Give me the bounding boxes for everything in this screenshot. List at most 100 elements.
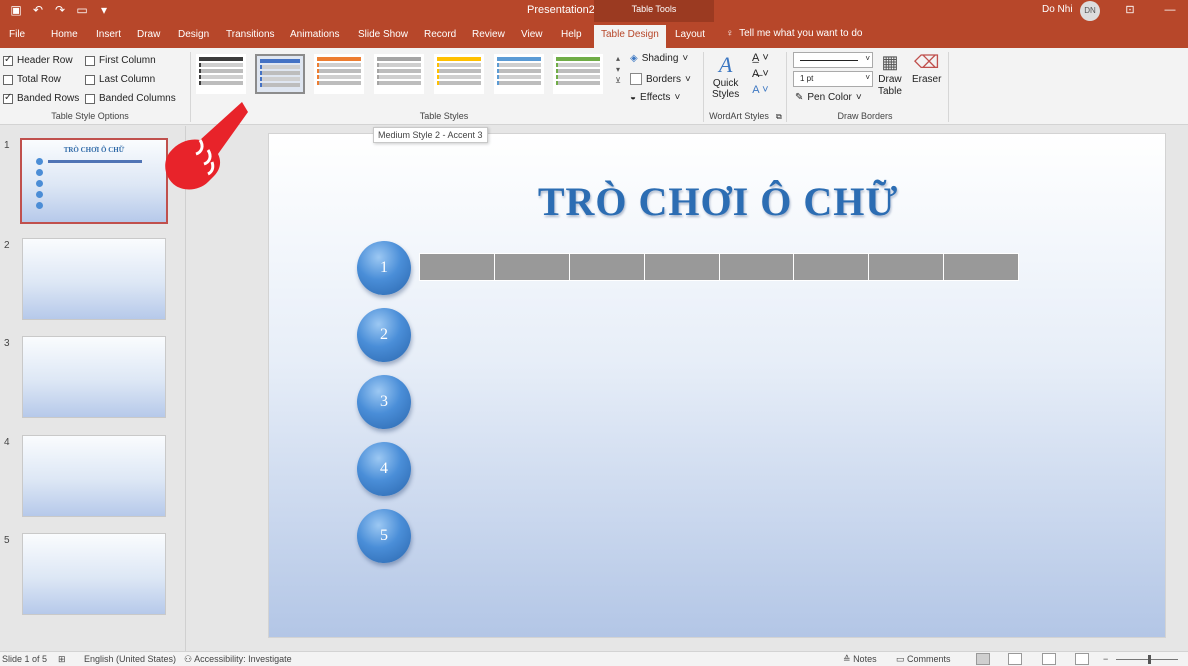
slideshow-view-icon[interactable] (1075, 653, 1089, 665)
word-cell[interactable] (569, 254, 645, 280)
number-circle-2[interactable]: 2 (357, 308, 411, 362)
borders-button[interactable]: Borders ˅ (630, 73, 691, 85)
text-effects-icon[interactable]: A ˅ (752, 84, 768, 96)
last-column-option[interactable]: Last Column (85, 74, 155, 85)
reading-view-icon[interactable] (1042, 653, 1056, 665)
banded-rows-option[interactable]: Banded Rows (3, 92, 79, 104)
table-style-swatch[interactable] (196, 54, 246, 94)
first-column-option[interactable]: First Column (85, 55, 156, 66)
swatch-row (437, 81, 481, 85)
word-cell[interactable] (794, 254, 870, 280)
zoom-out-icon[interactable]: − (1103, 654, 1108, 664)
dialog-launcher-icon[interactable]: ⧉ (776, 112, 782, 122)
gallery-more-icon[interactable]: ⊻ (615, 76, 621, 85)
slide-thumbnail-5[interactable] (22, 533, 166, 615)
title-bar: ▣ ↶ ↷ ▭ ▾ Presentation2 - PowerPoint Tab… (0, 0, 1188, 22)
notes-button[interactable]: ≙ Notes (843, 654, 877, 665)
table-style-swatch[interactable] (434, 54, 484, 94)
banded-columns-checkbox[interactable] (85, 93, 95, 104)
slide-thumbnail-3[interactable] (22, 336, 166, 418)
word-table-row[interactable] (419, 253, 1019, 281)
tab-help[interactable]: Help (561, 29, 582, 40)
table-style-swatch[interactable] (255, 54, 305, 94)
tab-design[interactable]: Design (178, 29, 209, 40)
accessibility-status[interactable]: ⚇ Accessibility: Investigate (184, 654, 292, 665)
draw-table-button[interactable]: ▦ Draw Table (878, 52, 902, 97)
comments-button[interactable]: ▭ Comments (896, 654, 951, 665)
text-fill-icon[interactable]: A̲ ˅ (752, 52, 769, 64)
pen-weight-select[interactable]: 1 pt ˅ (793, 71, 873, 87)
gallery-scroll[interactable]: ▴ ▾ ⊻ (613, 54, 623, 85)
slide-thumbnail-4[interactable] (22, 435, 166, 517)
word-cell[interactable] (420, 254, 495, 280)
header-row-option[interactable]: Header Row (3, 54, 73, 66)
slide-thumbnail-1[interactable]: TRÒ CHƠI Ô CHỮ (20, 138, 168, 224)
table-style-swatch[interactable] (553, 54, 603, 94)
pen-style-select[interactable]: ˅ (793, 52, 873, 68)
total-row-option[interactable]: Total Row (3, 74, 61, 85)
normal-view-icon[interactable] (976, 653, 990, 665)
minimize-icon[interactable]: — (1162, 2, 1178, 18)
chevron-down-icon: ˅ (682, 53, 689, 64)
banded-rows-checkbox[interactable] (3, 92, 13, 104)
table-style-swatch[interactable] (374, 54, 424, 94)
quick-styles-button[interactable]: A Quick Styles (712, 52, 739, 100)
tab-home[interactable]: Home (51, 29, 78, 40)
wordart-format-buttons: A̲ ˅ A̶ ˅ A ˅ (752, 52, 769, 96)
total-row-checkbox[interactable] (3, 74, 13, 85)
word-cell[interactable] (644, 254, 720, 280)
number-circle-5[interactable]: 5 (357, 509, 411, 563)
avatar[interactable]: DN (1080, 1, 1100, 21)
tab-transitions[interactable]: Transitions (226, 29, 275, 40)
swatch-row (199, 75, 243, 79)
redo-icon[interactable]: ↷ (52, 2, 68, 18)
tell-me-search[interactable]: ♀ Tell me what you want to do (726, 28, 862, 39)
language-status[interactable]: English (United States) (84, 654, 176, 664)
first-column-checkbox[interactable] (85, 55, 95, 66)
ribbon-display-icon[interactable]: ⊡ (1122, 2, 1138, 18)
number-circle-3[interactable]: 3 (357, 375, 411, 429)
word-cell[interactable] (944, 254, 1018, 280)
tab-table-design[interactable]: Table Design (594, 25, 666, 48)
present-icon[interactable]: ▭ (74, 2, 90, 18)
number-circle-4[interactable]: 4 (357, 442, 411, 496)
slide-title[interactable]: TRÒ CHƠI Ô CHỮ (269, 178, 1167, 225)
pen-color-button[interactable]: ✎ Pen Color ˅ (795, 92, 862, 103)
tab-file[interactable]: File (9, 29, 25, 40)
tab-layout[interactable]: Layout (675, 29, 705, 40)
slide-sorter-icon[interactable] (1008, 653, 1022, 665)
user-name[interactable]: Do Nhi (1042, 4, 1073, 15)
tab-animations[interactable]: Animations (290, 29, 339, 40)
scroll-down-icon[interactable]: ▾ (616, 65, 620, 74)
tab-slide-show[interactable]: Slide Show (358, 29, 408, 40)
word-cell[interactable] (869, 254, 945, 280)
chevron-down-icon: ˅ (855, 92, 862, 103)
text-outline-icon[interactable]: A̶ ˅ (752, 68, 769, 80)
word-cell[interactable] (494, 254, 570, 280)
slide-canvas[interactable]: TRÒ CHƠI Ô CHỮ 1 2 3 4 5 (268, 133, 1166, 638)
table-style-swatch[interactable] (494, 54, 544, 94)
word-cell[interactable] (719, 254, 795, 280)
save-icon[interactable]: ▣ (8, 2, 24, 18)
eraser-label: Eraser (912, 74, 942, 85)
swatch-row (437, 63, 481, 67)
table-style-swatch[interactable] (314, 54, 364, 94)
tab-review[interactable]: Review (472, 29, 505, 40)
undo-icon[interactable]: ↶ (30, 2, 46, 18)
shading-button[interactable]: ◈ Shading ˅ (630, 53, 688, 64)
number-circle-1[interactable]: 1 (357, 241, 411, 295)
tab-record[interactable]: Record (424, 29, 456, 40)
eraser-button[interactable]: ⌫ Eraser (912, 52, 941, 85)
effects-button[interactable]: ◒ Effects ˅ (630, 92, 680, 103)
scroll-up-icon[interactable]: ▴ (616, 54, 620, 63)
customize-icon[interactable]: ▾ (96, 2, 112, 18)
slide-thumbnail-2[interactable] (22, 238, 166, 320)
tab-draw[interactable]: Draw (137, 29, 160, 40)
header-row-checkbox[interactable] (3, 54, 13, 66)
tab-view[interactable]: View (521, 29, 543, 40)
zoom-slider-thumb[interactable] (1148, 655, 1151, 664)
last-column-checkbox[interactable] (85, 74, 95, 85)
tab-insert[interactable]: Insert (96, 29, 121, 40)
spelling-icon[interactable]: ⊞ (58, 654, 66, 665)
zoom-slider-track[interactable] (1116, 659, 1178, 660)
